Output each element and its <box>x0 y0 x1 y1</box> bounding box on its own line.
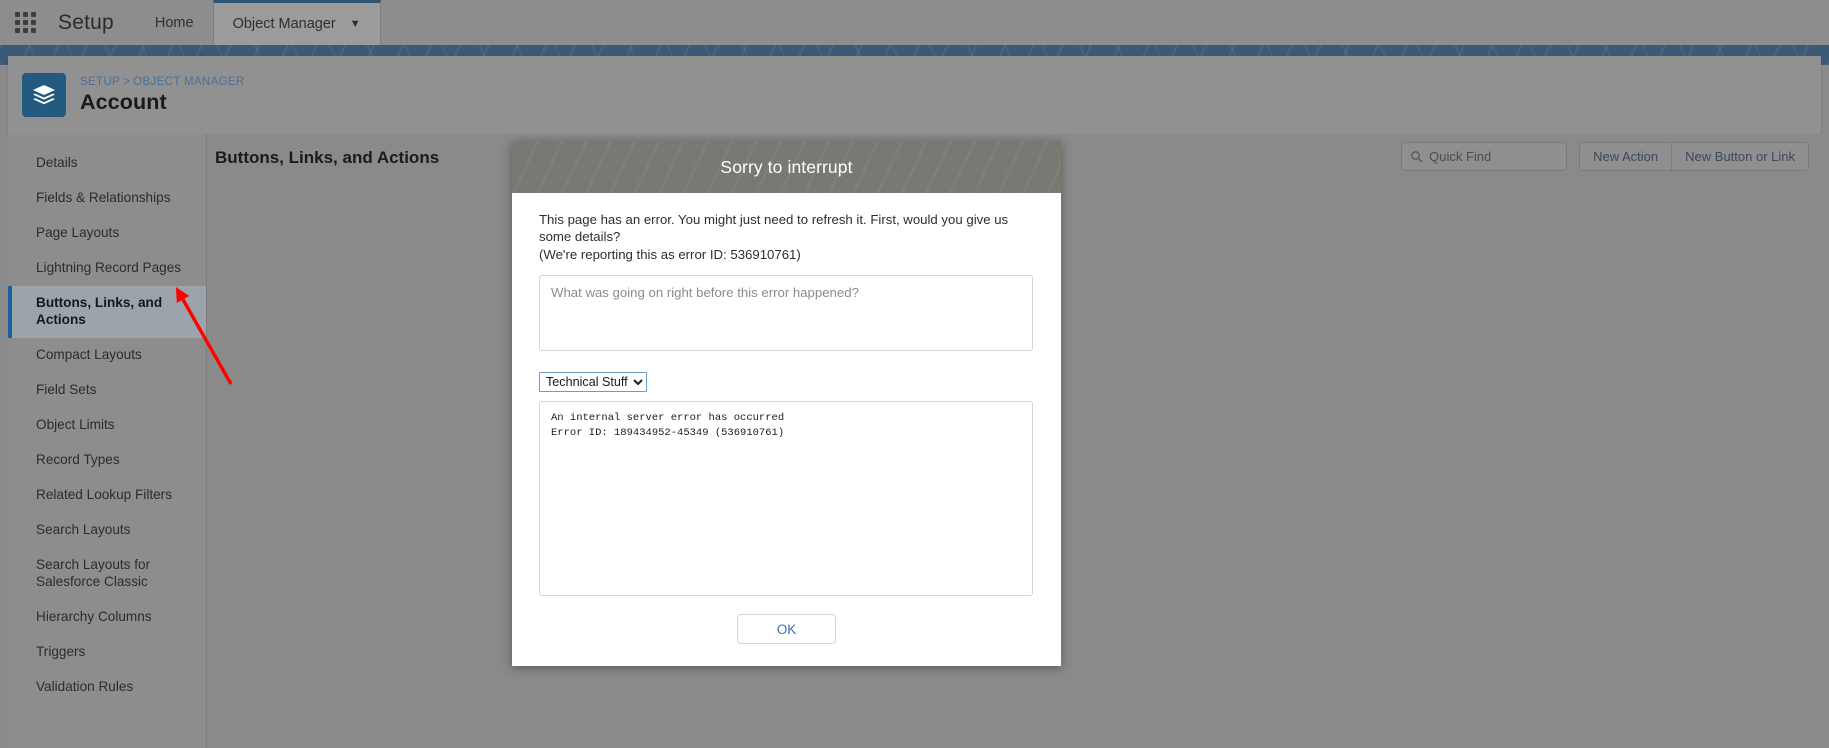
search-icon <box>1411 151 1423 163</box>
sidebar-item-label: Object Limits <box>36 416 115 432</box>
record-header-text: SETUP > OBJECT MANAGER Account <box>80 76 245 115</box>
tab-home-label: Home <box>154 14 194 31</box>
chevron-down-icon: ▼ <box>349 18 361 30</box>
tab-home[interactable]: Home <box>136 0 213 45</box>
record-header: SETUP > OBJECT MANAGER Account <box>8 56 1821 134</box>
breadcrumb-setup[interactable]: SETUP <box>80 76 120 88</box>
sidebar-item-buttons-links-and-actions[interactable]: Buttons, Links, and Actions <box>8 285 206 338</box>
action-button-group: New Action New Button or Link <box>1579 142 1809 171</box>
global-nav-tabs: Home Object Manager ▼ <box>136 0 381 45</box>
error-message-line2: (We're reporting this as error ID: 53691… <box>539 246 801 262</box>
technical-stuff-select[interactable]: Technical Stuff <box>539 372 647 393</box>
main-action-bar: New Action New Button or Link <box>1401 142 1809 171</box>
waffle-grid-icon <box>14 12 36 33</box>
global-header: Setup Home Object Manager ▼ <box>0 0 1829 45</box>
sidebar-item-record-types[interactable]: Record Types <box>8 443 206 478</box>
sidebar-item-label: Compact Layouts <box>36 346 142 362</box>
sidebar-item-label: Lightning Record Pages <box>36 259 182 275</box>
sidebar-item-label: Details <box>36 155 78 170</box>
sidebar-item-page-layouts[interactable]: Page Layouts <box>8 216 206 251</box>
search-input[interactable] <box>1429 149 1559 164</box>
error-details-input[interactable] <box>539 275 1033 352</box>
technical-details-output[interactable]: An internal server error has occurred Er… <box>539 401 1033 597</box>
sidebar-item-label: Field Sets <box>36 381 97 397</box>
sidebar-item-field-sets[interactable]: Field Sets <box>8 373 206 408</box>
app-root: Setup Home Object Manager ▼ SETUP > OBJE… <box>0 0 1829 748</box>
sidebar-item-label: Related Lookup Filters <box>36 486 173 502</box>
modal-footer: OK <box>512 614 1061 666</box>
sidebar-item-search-layouts[interactable]: Search Layouts <box>8 513 206 548</box>
sidebar-item-label: Buttons, Links, and Actions <box>36 294 163 327</box>
sidebar-item-details[interactable]: Details <box>8 146 206 181</box>
new-button-or-link-button[interactable]: New Button or Link <box>1672 142 1809 171</box>
sidebar-item-object-limits[interactable]: Object Limits <box>8 408 206 443</box>
page-title: Account <box>80 89 167 114</box>
sidebar-item-lightning-record-pages[interactable]: Lightning Record Pages <box>8 251 206 286</box>
error-message-line1: This page has an error. You might just n… <box>539 212 1009 245</box>
sidebar-item-validation-rules[interactable]: Validation Rules <box>8 670 206 705</box>
sidebar-item-triggers[interactable]: Triggers <box>8 635 206 670</box>
sidebar-item-related-lookup-filters[interactable]: Related Lookup Filters <box>8 478 206 513</box>
error-modal: Sorry to interrupt This page has an erro… <box>512 141 1061 667</box>
sidebar-item-compact-layouts[interactable]: Compact Layouts <box>8 338 206 373</box>
sidebar-item-label: Search Layouts for Salesforce Classic <box>36 556 151 589</box>
modal-body: This page has an error. You might just n… <box>512 193 1061 597</box>
breadcrumb-separator: > <box>123 75 131 88</box>
sidebar-item-label: Page Layouts <box>36 224 120 240</box>
sidebar-item-label: Validation Rules <box>36 678 134 694</box>
main-section-title: Buttons, Links, and Actions <box>215 148 440 167</box>
tab-object-manager-label: Object Manager <box>232 16 336 32</box>
sidebar-item-hierarchy-columns[interactable]: Hierarchy Columns <box>8 600 206 635</box>
sidebar-item-label: Triggers <box>36 643 86 659</box>
sidebar-item-label: Fields & Relationships <box>36 189 171 205</box>
modal-header: Sorry to interrupt <box>512 141 1061 193</box>
modal-title: Sorry to interrupt <box>720 156 853 177</box>
setup-label: Setup <box>58 10 114 34</box>
breadcrumb: SETUP > OBJECT MANAGER <box>80 76 245 88</box>
app-launcher-button[interactable] <box>0 0 50 45</box>
layers-icon <box>22 73 66 117</box>
sidebar-nav: Details Fields & Relationships Page Layo… <box>8 134 207 748</box>
tab-object-manager[interactable]: Object Manager ▼ <box>212 0 381 45</box>
breadcrumb-object-manager[interactable]: OBJECT MANAGER <box>133 76 244 88</box>
sidebar-item-label: Hierarchy Columns <box>36 608 152 624</box>
new-action-button[interactable]: New Action <box>1579 142 1673 171</box>
quick-find-search[interactable] <box>1401 142 1568 171</box>
ok-button[interactable]: OK <box>737 614 836 645</box>
sidebar-item-label: Record Types <box>36 451 120 467</box>
sidebar-item-search-layouts-for-salesforce-classic[interactable]: Search Layouts for Salesforce Classic <box>8 548 206 600</box>
sidebar-item-label: Search Layouts <box>36 521 131 537</box>
sidebar-item-fields-relationships[interactable]: Fields & Relationships <box>8 181 206 216</box>
